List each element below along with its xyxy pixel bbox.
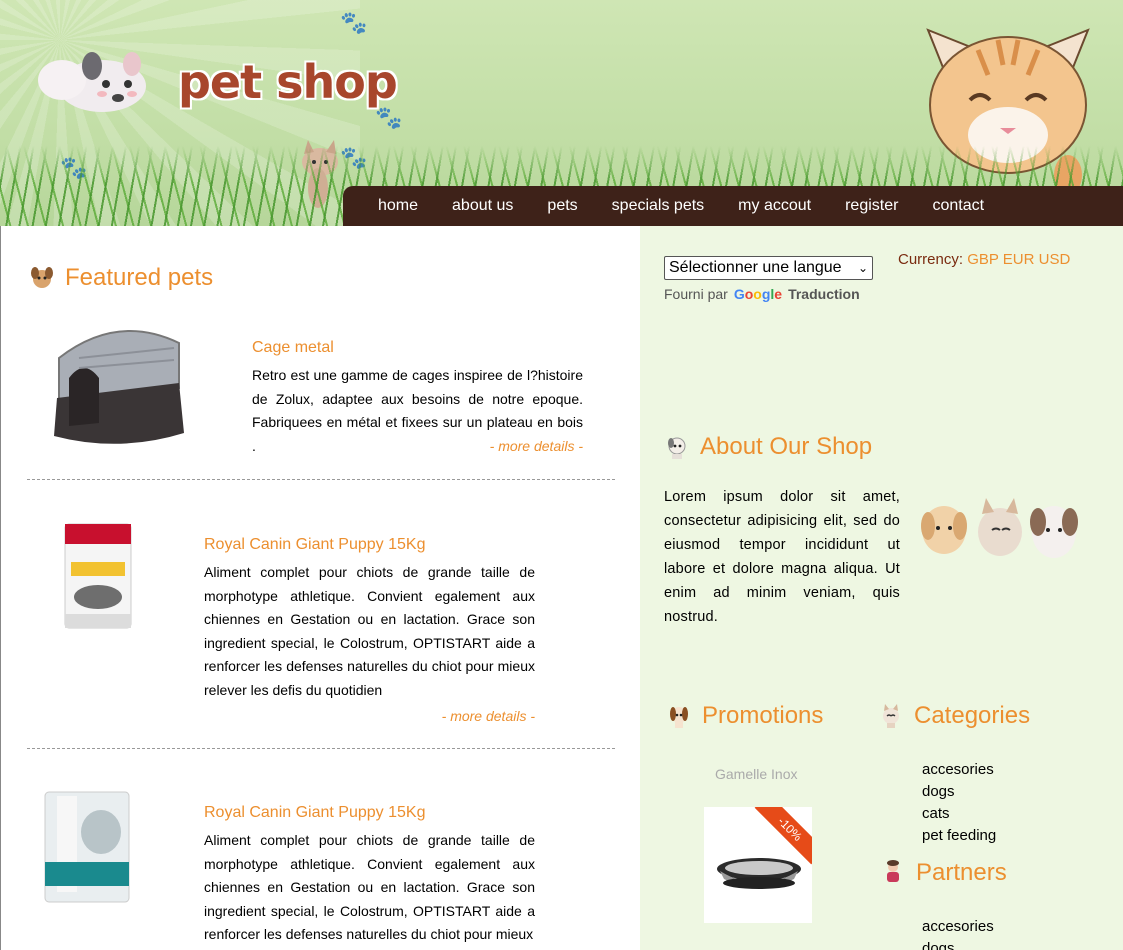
product-card: Cage metal Retro est une gamme de cages … (27, 316, 615, 476)
site-logo[interactable]: pet shop (178, 55, 398, 109)
beagle-icon (670, 707, 688, 728)
main-nav: home about us pets specials pets my acco… (343, 186, 1123, 226)
category-item[interactable]: accesories (922, 759, 996, 781)
partner-item[interactable]: dogs (922, 938, 994, 950)
nav-home[interactable]: home (361, 197, 435, 215)
partners-list: accesories dogs (922, 916, 994, 950)
product-divider (27, 479, 615, 480)
partners-title: Partners (880, 859, 1007, 887)
more-details-link[interactable]: - more details - (204, 708, 535, 724)
partner-item[interactable]: accesories (922, 916, 994, 938)
currency-switcher: Currency: GBP EUR USD (898, 251, 1070, 268)
category-item[interactable]: cats (922, 803, 996, 825)
paw-print-icon: 🐾 (340, 10, 368, 35)
nav-specials-pets[interactable]: specials pets (595, 197, 722, 215)
nav-my-account[interactable]: my accout (721, 197, 828, 215)
figure-icon (887, 860, 899, 882)
powered-by-label: Fourni par (664, 286, 728, 302)
cat-icon (883, 704, 899, 728)
categories-title-text: Categories (914, 702, 1031, 729)
product-card: Royal Canin Giant Puppy 15Kg Aliment com… (27, 786, 615, 950)
cat-food-bag-image[interactable] (39, 788, 135, 904)
featured-column: Featured pets Cage metal Retro est une g… (0, 226, 640, 950)
puppy-icon (668, 437, 686, 459)
product-card: Royal Canin Giant Puppy 15Kg Aliment com… (27, 520, 615, 740)
product-description: Aliment complet pour chiots de grande ta… (204, 564, 535, 698)
sidebar: Sélectionner une langue ⌄ Fourni par Goo… (640, 226, 1123, 950)
currency-eur[interactable]: EUR (1003, 251, 1035, 268)
dog-food-bag-image[interactable] (63, 522, 133, 630)
google-logo[interactable]: Google (734, 286, 782, 302)
categories-list: accesories dogs cats pet feeding (922, 759, 996, 847)
category-item[interactable]: dogs (922, 781, 996, 803)
partners-title-text: Partners (916, 859, 1007, 886)
promotions-title-text: Promotions (702, 702, 824, 729)
featured-title-text: Featured pets (65, 264, 214, 291)
promo-item-image[interactable]: -10% (704, 807, 812, 923)
language-select[interactable]: Sélectionner une langue ⌄ (664, 256, 873, 280)
about-shop-title: About Our Shop (664, 433, 872, 461)
featured-pets-title: Featured pets (29, 264, 213, 292)
translation-label[interactable]: Traduction (788, 286, 860, 302)
product-description: Aliment complet pour chiots de grande ta… (204, 832, 535, 942)
more-details-link[interactable]: - more details - (252, 438, 583, 454)
nav-register[interactable]: register (828, 197, 915, 215)
about-title-text: About Our Shop (700, 433, 873, 460)
pet-cage-image[interactable] (39, 318, 195, 450)
pets-group-image (921, 498, 1078, 558)
categories-title: Categories (878, 702, 1030, 730)
product-name[interactable]: Cage metal (252, 339, 334, 357)
nav-contact[interactable]: contact (915, 197, 1001, 215)
currency-gbp[interactable]: GBP (967, 251, 998, 268)
product-divider (27, 748, 615, 749)
dog-icon (31, 267, 53, 288)
product-name[interactable]: Royal Canin Giant Puppy 15Kg (204, 804, 425, 822)
steel-bowl-image (717, 858, 801, 889)
category-item[interactable]: pet feeding (922, 825, 996, 847)
site-header: 🐾 🐾 🐾 🐾 pet shop home about us (0, 0, 1123, 226)
chevron-down-icon: ⌄ (857, 261, 868, 275)
promotions-title: Promotions (666, 702, 823, 730)
about-description: Lorem ipsum dolor sit amet, consectetur … (664, 489, 900, 625)
currency-label: Currency: (898, 251, 964, 268)
currency-usd[interactable]: USD (1039, 251, 1071, 268)
puppy-logo-icon (38, 52, 146, 112)
promo-item-name[interactable]: Gamelle Inox (715, 766, 797, 782)
language-select-value: Sélectionner une langue (669, 259, 842, 276)
product-name[interactable]: Royal Canin Giant Puppy 15Kg (204, 536, 425, 554)
translate-credit: Fourni par Google Traduction (664, 286, 860, 302)
nav-pets[interactable]: pets (530, 197, 594, 215)
nav-about-us[interactable]: about us (435, 197, 530, 215)
